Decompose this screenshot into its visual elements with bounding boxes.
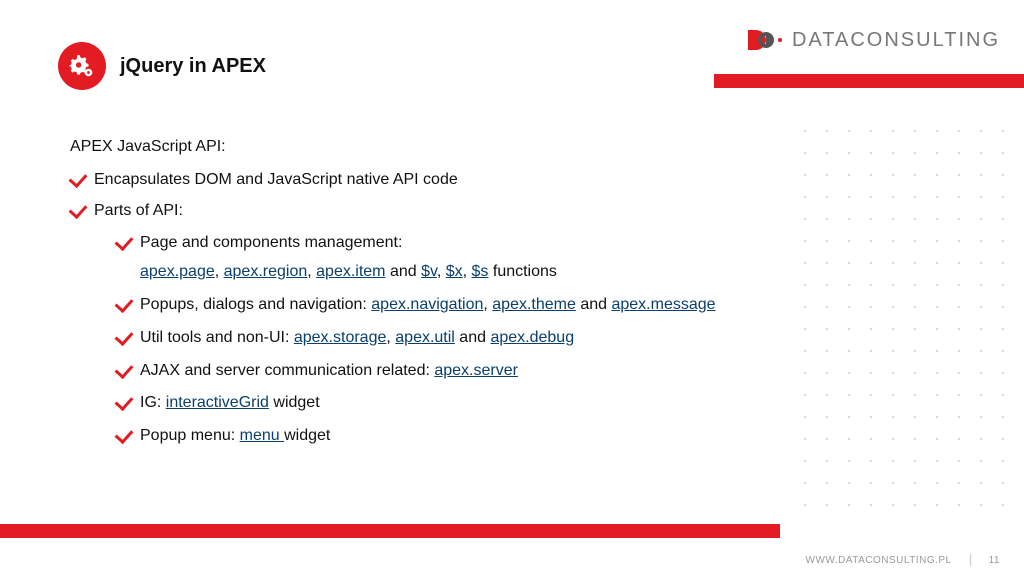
brand-logo: DATACONSULTING xyxy=(746,28,1000,52)
api-link[interactable]: $s xyxy=(472,263,489,280)
api-link[interactable]: apex.theme xyxy=(492,296,576,313)
api-link[interactable]: $x xyxy=(446,263,463,280)
slide-title: jQuery in APEX xyxy=(120,55,266,78)
api-link[interactable]: menu xyxy=(240,427,284,444)
footer-separator xyxy=(970,554,971,566)
top-accent-bar xyxy=(714,74,1024,88)
api-link[interactable]: apex.page xyxy=(140,263,215,280)
slide-title-row: jQuery in APEX xyxy=(58,42,266,90)
bullet-item: Page and components management: apex.pag… xyxy=(116,231,874,285)
bottom-accent-bar xyxy=(0,524,780,538)
page-number: 11 xyxy=(989,555,1000,566)
bullet-item: Popup menu: menu widget xyxy=(116,424,874,449)
api-link[interactable]: apex.storage xyxy=(294,329,387,346)
lead-text: APEX JavaScript API: xyxy=(70,135,874,160)
bullet-item: Popups, dialogs and navigation: apex.nav… xyxy=(116,293,874,318)
api-link[interactable]: interactiveGrid xyxy=(166,394,269,411)
api-link[interactable]: apex.message xyxy=(611,296,715,313)
bullet-item: IG: interactiveGrid widget xyxy=(116,391,874,416)
api-link[interactable]: apex.server xyxy=(434,362,518,379)
api-link[interactable]: apex.debug xyxy=(490,329,574,346)
footer: WWW.DATACONSULTING.PL 11 xyxy=(806,554,1000,566)
api-link[interactable]: apex.navigation xyxy=(371,296,483,313)
gears-icon xyxy=(58,42,106,90)
api-link[interactable]: $v xyxy=(421,263,437,280)
bullet-item: Util tools and non-UI: apex.storage, ape… xyxy=(116,326,874,351)
brand-text: DATACONSULTING xyxy=(792,29,1000,52)
bullet-item: Parts of API: Page and components manage… xyxy=(70,199,874,449)
slide-content: APEX JavaScript API: Encapsulates DOM an… xyxy=(70,135,874,457)
brand-mark-icon xyxy=(746,28,786,52)
api-link[interactable]: apex.item xyxy=(316,263,385,280)
api-link[interactable]: apex.util xyxy=(395,329,455,346)
footer-url: WWW.DATACONSULTING.PL xyxy=(806,555,952,566)
api-link[interactable]: apex.region xyxy=(224,263,308,280)
bullet-item: Encapsulates DOM and JavaScript native A… xyxy=(70,168,874,193)
bullet-item: AJAX and server communication related: a… xyxy=(116,359,874,384)
